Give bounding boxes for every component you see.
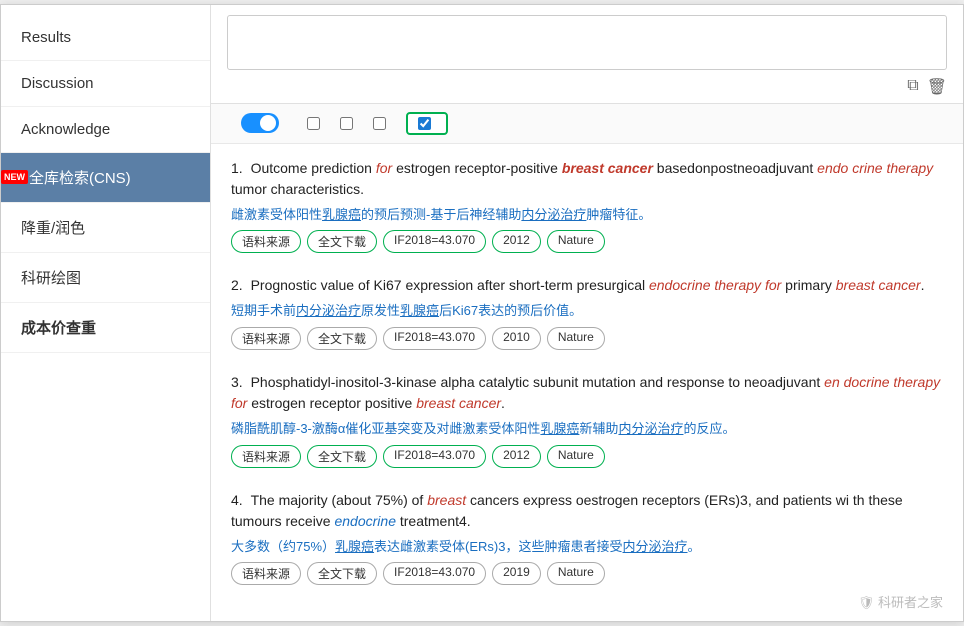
result-title-3: 4. The majority (about 75%) of breast ca… xyxy=(231,490,943,533)
tag-----[interactable]: 语料来源 xyxy=(231,327,301,350)
tag-2012[interactable]: 2012 xyxy=(492,230,541,253)
result-tags-1: 语料来源全文下载 IF2018=43.070 2010 Nature xyxy=(231,327,943,350)
result-tags-0: 语料来源全文下载 IF2018=43.070 2012 Nature xyxy=(231,230,943,253)
sidebar-item-3[interactable]: NEW全库检索(CNS) xyxy=(1,153,210,203)
copy-icon[interactable]: ⧉ xyxy=(907,77,918,97)
tag-nature[interactable]: Nature xyxy=(547,445,605,468)
cns-filter[interactable] xyxy=(406,112,448,135)
result-cn-title-1: 短期手术前内分泌治疗原发性乳腺癌后Ki67表达的预后价值。 xyxy=(231,301,943,321)
right-panel: ⧉ 🗑 xyxy=(211,5,963,622)
result-cn-title-2: 磷脂酰肌醇-3-激酶α催化亚基突变及对雌激素受体阳性乳腺癌新辅助内分泌治疗的反应… xyxy=(231,419,943,439)
tag-nature[interactable]: Nature xyxy=(547,562,605,585)
result-number-0: 1. xyxy=(231,160,247,176)
sidebar-item-0[interactable]: Results xyxy=(1,15,210,61)
checkbox-cns[interactable] xyxy=(418,117,431,130)
tag-----[interactable]: 全文下载 xyxy=(307,445,377,468)
checkbox-3-10[interactable] xyxy=(340,117,353,130)
sidebar-item-2[interactable]: Acknowledge xyxy=(1,107,210,153)
top-input-area: ⧉ 🗑 xyxy=(211,5,963,104)
checkbox-gt10[interactable] xyxy=(373,117,386,130)
tag-if2018-43-070[interactable]: IF2018=43.070 xyxy=(383,230,486,253)
tag-----[interactable]: 语料来源 xyxy=(231,445,301,468)
delete-icon[interactable]: 🗑 xyxy=(927,77,947,97)
tag-if2018-43-070[interactable]: IF2018=43.070 xyxy=(383,327,486,350)
checkbox-lt3[interactable] xyxy=(307,117,320,130)
tag-----[interactable]: 全文下载 xyxy=(307,327,377,350)
search-input[interactable] xyxy=(227,15,947,70)
result-item-3: 4. The majority (about 75%) of breast ca… xyxy=(231,490,943,586)
sidebar-item-4[interactable]: 降重/润色 xyxy=(1,203,210,253)
filter-3-10[interactable] xyxy=(340,117,359,130)
tag-if2018-43-070[interactable]: IF2018=43.070 xyxy=(383,562,486,585)
result-cn-title-3: 大多数（约75%）乳腺癌表达雌激素受体(ERs)3，这些肿瘤患者接受内分泌治疗。 xyxy=(231,537,943,557)
result-tags-2: 语料来源全文下载 IF2018=43.070 2012 Nature xyxy=(231,445,943,468)
tag-if2018-43-070[interactable]: IF2018=43.070 xyxy=(383,445,486,468)
result-title-0: 1. Outcome prediction for estrogen recep… xyxy=(231,158,943,201)
sidebar-item-6[interactable]: 成本价查重 xyxy=(1,303,210,353)
result-item-2: 3. Phosphatidyl-inositol-3-kinase alpha … xyxy=(231,372,943,468)
results-list: 1. Outcome prediction for estrogen recep… xyxy=(211,144,963,622)
result-cn-title-0: 雌激素受体阳性乳腺癌的预后预测-基于后神经辅助内分泌治疗肿瘤特征。 xyxy=(231,205,943,225)
result-item-1: 2. Prognostic value of Ki67 expression a… xyxy=(231,275,943,349)
result-number-2: 3. xyxy=(231,374,247,390)
result-number-1: 2. xyxy=(231,277,247,293)
translate-toggle[interactable] xyxy=(241,113,279,133)
tag-2019[interactable]: 2019 xyxy=(492,562,541,585)
filter-bar xyxy=(211,104,963,144)
tag-2012[interactable]: 2012 xyxy=(492,445,541,468)
sidebar: ResultsDiscussionAcknowledgeNEW全库检索(CNS)… xyxy=(1,5,211,622)
tag-----[interactable]: 全文下载 xyxy=(307,230,377,253)
tag-2010[interactable]: 2010 xyxy=(492,327,541,350)
filter-gt10[interactable] xyxy=(373,117,392,130)
tag-----[interactable]: 全文下载 xyxy=(307,562,377,585)
result-title-1: 2. Prognostic value of Ki67 expression a… xyxy=(231,275,943,297)
watermark: 🛡 科研者之家 xyxy=(858,592,943,611)
tag-nature[interactable]: Nature xyxy=(547,230,605,253)
tag-nature[interactable]: Nature xyxy=(547,327,605,350)
result-tags-3: 语料来源全文下载 IF2018=43.070 2019 Nature xyxy=(231,562,943,585)
sidebar-item-5[interactable]: 科研绘图 xyxy=(1,253,210,303)
tag-----[interactable]: 语料来源 xyxy=(231,562,301,585)
tag-----[interactable]: 语料来源 xyxy=(231,230,301,253)
result-item-0: 1. Outcome prediction for estrogen recep… xyxy=(231,158,943,254)
result-number-3: 4. xyxy=(231,492,247,508)
result-title-2: 3. Phosphatidyl-inositol-3-kinase alpha … xyxy=(231,372,943,415)
sidebar-item-1[interactable]: Discussion xyxy=(1,61,210,107)
filter-lt3[interactable] xyxy=(307,117,326,130)
